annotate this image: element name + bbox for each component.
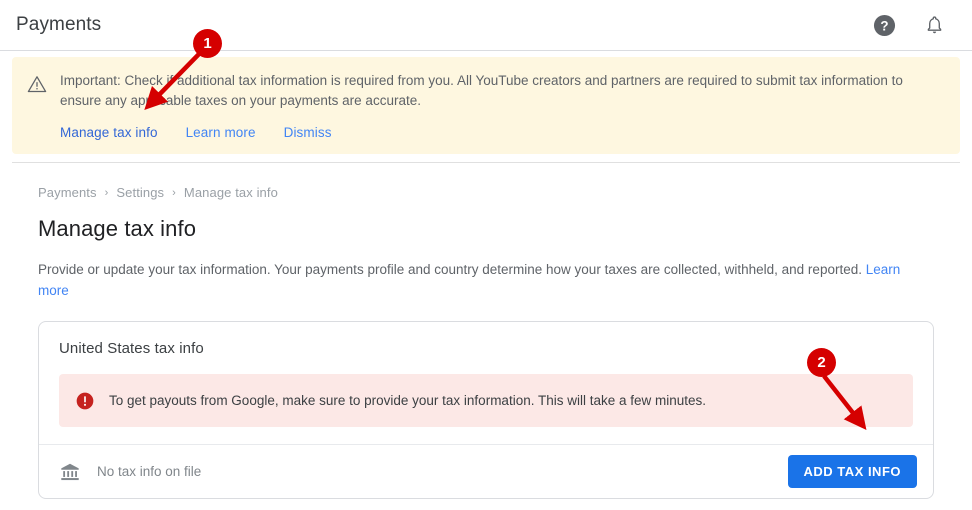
dismiss-link[interactable]: Dismiss xyxy=(284,125,332,140)
page-description: Provide or update your tax information. … xyxy=(38,259,934,301)
bell-icon[interactable] xyxy=(922,13,946,37)
manage-tax-info-link[interactable]: Manage tax info xyxy=(60,125,158,140)
tax-info-alert-text: To get payouts from Google, make sure to… xyxy=(109,393,707,408)
page-title-header: Payments xyxy=(16,14,102,35)
card-footer: No tax info on file ADD TAX INFO xyxy=(39,444,933,498)
app-header: Payments ? xyxy=(0,0,972,51)
error-circle-icon xyxy=(75,391,95,411)
warning-banner-wrapper: Important: Check if additional tax infor… xyxy=(0,51,972,163)
breadcrumb-item-manage-tax-info: Manage tax info xyxy=(183,185,278,200)
bank-icon xyxy=(59,461,81,483)
add-tax-info-button[interactable]: ADD TAX INFO xyxy=(787,455,917,488)
page-title: Manage tax info xyxy=(38,216,197,241)
breadcrumb-item-settings[interactable]: Settings xyxy=(116,185,164,200)
warning-triangle-icon xyxy=(26,73,48,95)
header-icon-group: ? xyxy=(872,13,954,37)
warning-banner-body: Important: Check if additional tax infor… xyxy=(60,71,944,140)
main-content: Payments › Settings › Manage tax info Ma… xyxy=(0,163,972,499)
card-title: United States tax info xyxy=(59,340,204,357)
breadcrumb-separator: › xyxy=(104,186,109,199)
annotation-marker-1: 1 xyxy=(193,29,222,58)
warning-banner-text: Important: Check if additional tax infor… xyxy=(60,73,903,108)
warning-banner-actions: Manage tax info Learn more Dismiss xyxy=(60,125,944,140)
page-description-text: Provide or update your tax information. … xyxy=(38,262,866,277)
breadcrumb-separator: › xyxy=(172,186,176,199)
breadcrumb-item-payments[interactable]: Payments xyxy=(38,185,97,200)
svg-text:?: ? xyxy=(880,18,888,33)
tax-info-alert: To get payouts from Google, make sure to… xyxy=(59,374,913,427)
breadcrumb: Payments › Settings › Manage tax info xyxy=(38,185,934,200)
tax-info-status: No tax info on file xyxy=(97,464,202,479)
learn-more-link[interactable]: Learn more xyxy=(186,125,256,140)
help-circle-icon[interactable]: ? xyxy=(872,13,896,37)
warning-banner: Important: Check if additional tax infor… xyxy=(12,57,960,154)
annotation-marker-2: 2 xyxy=(807,348,836,377)
us-tax-info-card: United States tax info To get payouts fr… xyxy=(38,321,934,499)
